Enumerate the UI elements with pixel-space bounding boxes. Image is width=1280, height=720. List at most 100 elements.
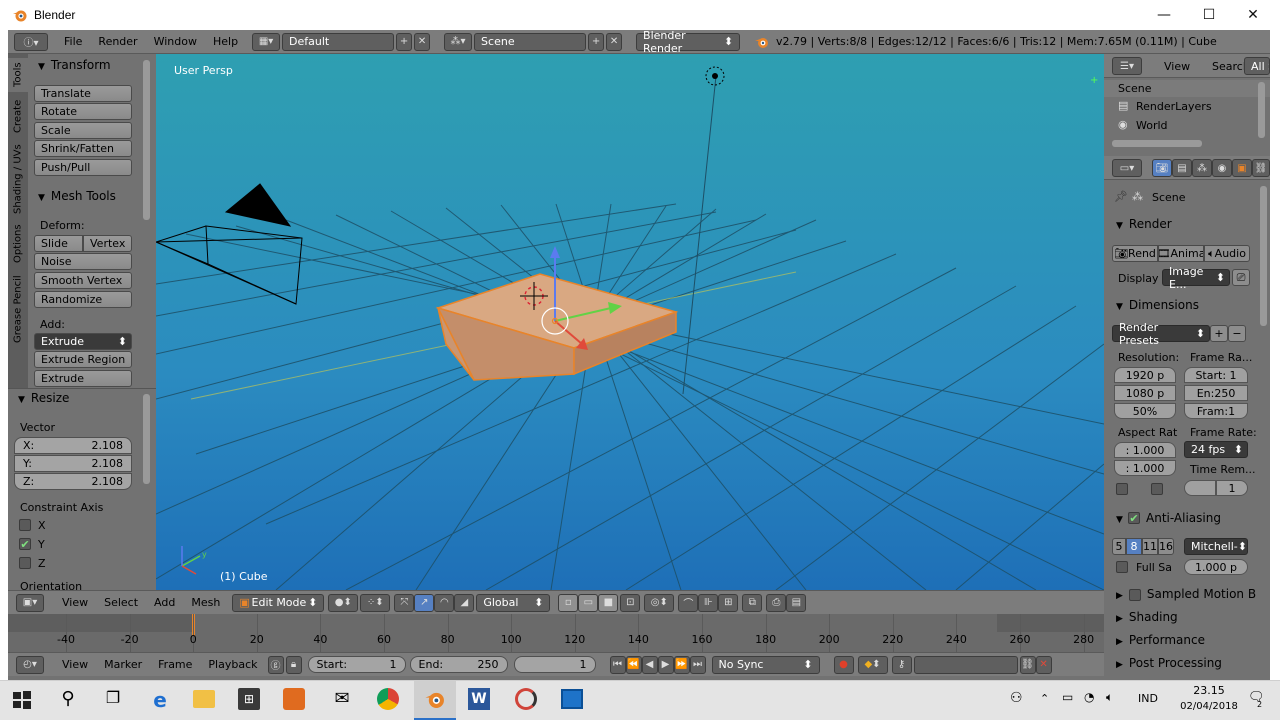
- search-icon[interactable]: ⚲: [56, 688, 80, 712]
- full-sample-checkbox[interactable]: [1116, 561, 1128, 573]
- info-editor-type-icon[interactable]: ⓘ▾: [14, 32, 48, 51]
- render-animation-button[interactable]: 🎞︎Anima: [1158, 245, 1204, 262]
- play-reverse-icon[interactable]: ◀: [641, 655, 658, 674]
- render-audio-button[interactable]: 🔈︎ Audio: [1204, 245, 1250, 262]
- resolution-y-field[interactable]: 1080 p: [1114, 385, 1176, 401]
- tab-tools[interactable]: Tools: [8, 58, 28, 92]
- insert-keyframe-icon[interactable]: ⚷: [891, 655, 912, 674]
- border-checkbox[interactable]: [1116, 483, 1128, 495]
- menu-frame[interactable]: Frame: [150, 658, 200, 671]
- resize-panel-header[interactable]: ▼ Resize: [18, 391, 69, 405]
- edge-browser-icon[interactable]: e: [148, 688, 172, 712]
- remove-scene-icon[interactable]: ✕: [606, 32, 623, 51]
- auto-keying-record-icon[interactable]: ●: [833, 655, 854, 674]
- outliner-v-scrollbar[interactable]: [1258, 82, 1265, 138]
- app-icon[interactable]: [515, 688, 537, 710]
- performance-panel-header[interactable]: ▶ Performance: [1116, 633, 1205, 647]
- aspect-y-field[interactable]: : 1.000: [1114, 460, 1176, 476]
- post-processing-panel-header[interactable]: ▶ Post Processing: [1116, 656, 1222, 670]
- viewport-shading-icon[interactable]: ●⬍: [328, 593, 359, 612]
- resize-z-field[interactable]: Z: 2.108: [14, 473, 132, 490]
- render-presets-select[interactable]: Render Presets ⬍: [1112, 321, 1210, 347]
- layers-icon[interactable]: ⧉: [742, 593, 763, 612]
- keying-set-icon[interactable]: ◆ ⬍: [857, 655, 888, 674]
- timeline-editor-type-icon[interactable]: ◴▾: [16, 655, 44, 674]
- push-pull-button[interactable]: Push/Pull: [34, 159, 132, 176]
- network-icon[interactable]: ◔: [1084, 690, 1094, 704]
- minimize-button[interactable]: —: [1141, 0, 1187, 30]
- add-preset-icon[interactable]: +: [1210, 325, 1228, 342]
- camera-object[interactable]: [156, 183, 303, 305]
- menu-playback[interactable]: Playback: [200, 658, 265, 671]
- show-hidden-icons-icon[interactable]: ⌃: [1040, 692, 1049, 705]
- properties-editor-type-icon[interactable]: ▭▾: [1112, 159, 1142, 177]
- frame-step-field[interactable]: Fram:1: [1184, 403, 1248, 419]
- render-layers-context-icon[interactable]: ▤: [1172, 159, 1192, 177]
- jump-to-start-icon[interactable]: ⏮: [609, 655, 626, 674]
- tab-options[interactable]: Options: [8, 220, 28, 268]
- time-remap-old-field[interactable]: [1184, 480, 1216, 496]
- snap-toggle-icon[interactable]: ⌒: [678, 593, 699, 612]
- file-explorer-icon[interactable]: [193, 690, 215, 708]
- store-icon[interactable]: ⊞: [238, 688, 260, 710]
- start-button[interactable]: [12, 690, 32, 710]
- rotate-button[interactable]: Rotate: [34, 103, 132, 120]
- end-frame-field[interactable]: End: 250: [409, 656, 508, 673]
- remove-preset-icon[interactable]: −: [1228, 325, 1246, 342]
- menu-add[interactable]: Add: [146, 596, 183, 609]
- scale-button[interactable]: Scale: [34, 122, 132, 139]
- dimensions-panel-header[interactable]: ▼ Dimensions: [1116, 298, 1199, 312]
- limit-selection-icon[interactable]: ⊡: [620, 593, 641, 612]
- shading-panel-header[interactable]: ▶ Shading: [1116, 610, 1178, 624]
- link-icon[interactable]: ⛓: [1019, 655, 1036, 674]
- active-keying-set-field[interactable]: [913, 655, 1018, 674]
- constraint-x-checkbox[interactable]: [19, 519, 31, 531]
- remove-layout-icon[interactable]: ✕: [414, 32, 431, 51]
- menu-mesh[interactable]: Mesh: [183, 596, 228, 609]
- properties-scrollbar[interactable]: [1260, 186, 1267, 326]
- resize-y-field[interactable]: Y: 2.108: [14, 455, 132, 472]
- people-icon[interactable]: ⚇: [1010, 690, 1023, 706]
- render-context-icon[interactable]: 📷︎: [1152, 159, 1172, 177]
- aa-samples-16[interactable]: 16: [1158, 538, 1174, 555]
- play-icon[interactable]: ▶: [657, 655, 674, 674]
- transform-orientation-select[interactable]: Global ⬍: [476, 593, 551, 612]
- snap-element-icon[interactable]: ⊪: [698, 593, 719, 612]
- noise-button[interactable]: Noise: [34, 253, 132, 270]
- slide-vertex-button[interactable]: Vertex: [83, 235, 132, 252]
- outliner-row-world[interactable]: ◉ World: [1104, 117, 1270, 135]
- jump-to-end-icon[interactable]: ⏭: [689, 655, 706, 674]
- blender-task-button[interactable]: [414, 680, 456, 720]
- pin-icon[interactable]: 📌︎: [1114, 190, 1128, 203]
- scene-name-field[interactable]: Scene: [474, 32, 587, 51]
- anti-aliasing-panel-header[interactable]: ▼: [1116, 511, 1129, 525]
- xampp-icon[interactable]: [283, 688, 305, 710]
- tab-create[interactable]: Create: [8, 94, 28, 138]
- chrome-icon[interactable]: [377, 688, 399, 710]
- time-remap-new-field[interactable]: 1: [1216, 480, 1248, 496]
- edge-select-icon[interactable]: ▭: [578, 593, 599, 612]
- object-context-icon[interactable]: ▣: [1232, 159, 1252, 177]
- current-frame-field[interactable]: 1: [513, 656, 596, 673]
- layout-name-field[interactable]: Default: [282, 32, 395, 51]
- rotate-manipulator-icon[interactable]: ◠: [434, 593, 455, 612]
- menu-file[interactable]: File: [56, 35, 90, 48]
- slide-edge-button[interactable]: Slide Ed: [34, 235, 83, 265]
- menu-marker[interactable]: Marker: [96, 658, 150, 671]
- scene-context-icon[interactable]: ⁂: [1192, 159, 1212, 177]
- aspect-x-field[interactable]: : 1.000: [1114, 442, 1176, 458]
- manipulator-toggle-icon[interactable]: ⤧: [394, 593, 415, 612]
- transform-panel-header[interactable]: ▼ Transform: [38, 58, 111, 72]
- sync-mode-select[interactable]: No Sync ⬍: [711, 655, 820, 674]
- task-view-icon[interactable]: ❐: [101, 688, 125, 712]
- clock-time[interactable]: 23.15: [1183, 684, 1235, 697]
- mesh-tools-panel-header[interactable]: ▼ Mesh Tools: [38, 189, 116, 203]
- frame-rate-select[interactable]: 24 fps ⬍: [1184, 441, 1248, 458]
- extrude-region-button[interactable]: Extrude Region: [34, 351, 132, 368]
- add-scene-icon[interactable]: +: [588, 32, 605, 51]
- mail-icon[interactable]: ✉: [330, 690, 354, 708]
- render-engine-select[interactable]: Blender Render ⬍: [636, 29, 741, 55]
- resize-x-field[interactable]: X: 2.108: [14, 437, 132, 454]
- render-animation-icon[interactable]: ▤: [786, 593, 807, 612]
- tab-shading-uvs[interactable]: Shading / UVs: [8, 142, 28, 216]
